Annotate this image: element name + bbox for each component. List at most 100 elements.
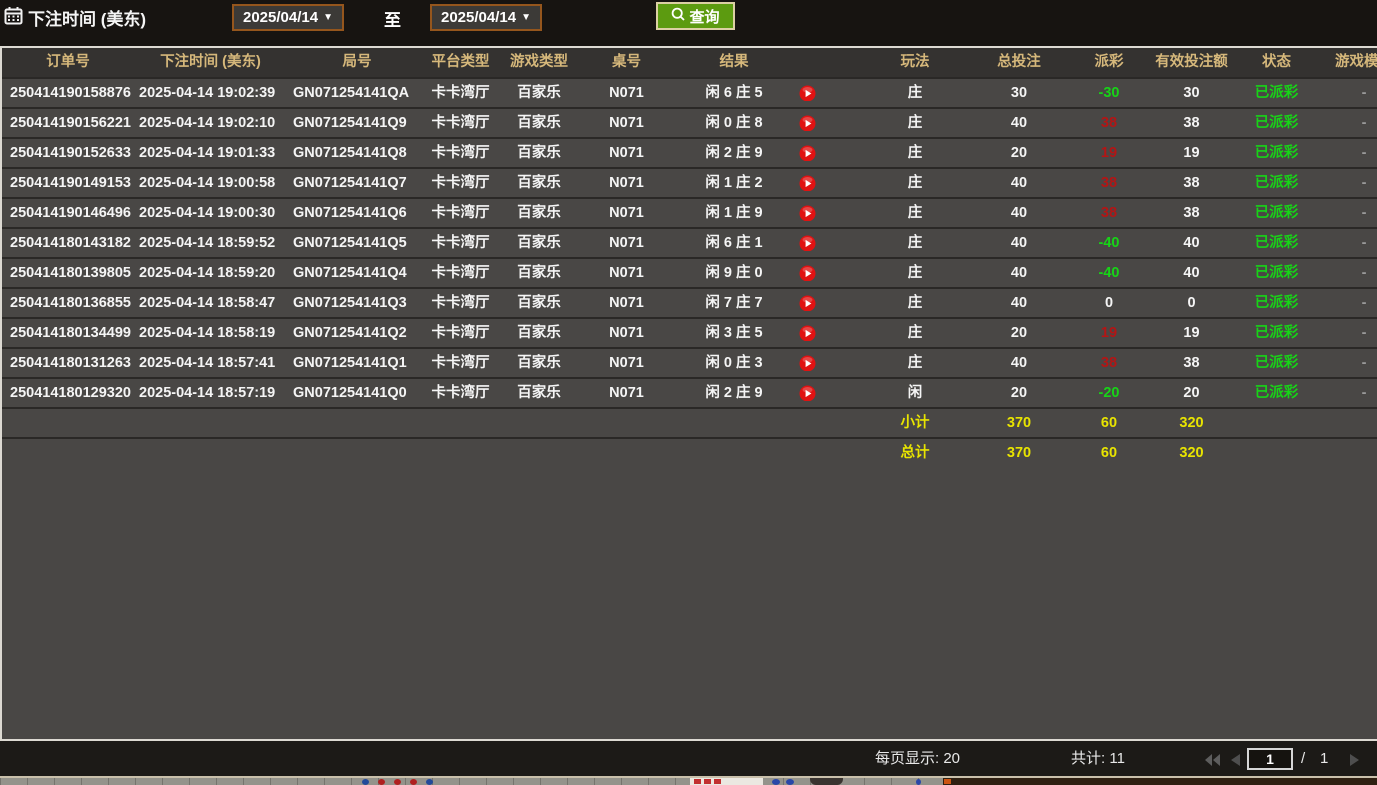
cell-payout: 19 [1069,319,1149,347]
subtotal-row: 小计 370 60 320 [2,407,1377,437]
play-icon[interactable] [799,114,816,131]
cell-table-no: N071 [584,319,669,347]
cell-game-type: 百家乐 [494,199,584,227]
cell-status: 已派彩 [1234,79,1319,107]
cell-game-type: 百家乐 [494,229,584,257]
bead-dot [426,779,433,785]
cell-order: 250414190149153 [2,169,134,197]
cell-total-bet: 20 [969,139,1069,167]
bead-dot [378,779,385,785]
bet-time-title: 下注时间 (美东) [4,5,146,30]
cell-payout: -40 [1069,229,1149,257]
cell-game-type: 百家乐 [494,79,584,107]
play-icon[interactable] [799,264,816,281]
pagination-footer: 每页显示: 20 共计: 11 / 1 [0,741,1377,776]
query-button[interactable]: 查询 [656,2,735,30]
cell-bet-time: 2025-04-14 18:57:41 [134,349,287,377]
cell-play-type: 庄 [861,259,969,287]
page-input[interactable] [1247,748,1293,770]
cell-result: 闲 1 庄 2 [669,169,799,197]
table-row: 250414190158876 2025-04-14 19:02:39 GN07… [2,77,1377,107]
cell-play-type: 庄 [861,169,969,197]
col-header-replay [799,48,861,77]
cell-total-bet: 40 [969,229,1069,257]
cell-game-mode: - [1319,109,1377,137]
per-page-label: 每页显示: 20 [875,741,960,776]
background-panel-fragment [943,778,1377,785]
play-icon[interactable] [799,354,816,371]
cell-result: 闲 9 庄 0 [669,259,799,287]
col-header-total-bet: 总投注 [969,48,1069,77]
cell-play-type: 庄 [861,229,969,257]
cell-result: 闲 0 庄 3 [669,349,799,377]
cell-platform: 卡卡湾厅 [427,349,494,377]
cell-bet-time: 2025-04-14 19:00:58 [134,169,287,197]
cell-result: 闲 1 庄 9 [669,199,799,227]
cell-order: 250414190146496 [2,199,134,227]
col-header-table-no: 桌号 [584,48,669,77]
cell-round-id: GN071254141Q8 [287,139,427,167]
cell-game-mode: - [1319,319,1377,347]
cell-bet-time: 2025-04-14 18:58:47 [134,289,287,317]
cell-valid-bet: 19 [1149,319,1234,347]
bet-time-label: 下注时间 (美东) [28,5,146,30]
cell-bet-time: 2025-04-14 19:02:39 [134,79,287,107]
play-icon[interactable] [799,204,816,221]
cell-table-no: N071 [584,259,669,287]
cell-replay [799,229,861,257]
date-from-picker[interactable]: 2025/04/14 ▼ [232,4,344,31]
col-header-status: 状态 [1234,48,1319,77]
cell-result: 闲 0 庄 8 [669,109,799,137]
table-row: 250414180139805 2025-04-14 18:59:20 GN07… [2,257,1377,287]
cell-order: 250414190156221 [2,109,134,137]
cell-replay [799,379,861,407]
total-valid-bet: 320 [1149,439,1234,467]
first-page-icon[interactable] [1205,753,1220,770]
cell-bet-time: 2025-04-14 18:59:20 [134,259,287,287]
table-row: 250414180129320 2025-04-14 18:57:19 GN07… [2,377,1377,407]
cell-bet-time: 2025-04-14 19:01:33 [134,139,287,167]
cell-game-mode: - [1319,199,1377,227]
total-total-bet: 370 [969,439,1069,467]
play-icon[interactable] [799,324,816,341]
play-icon[interactable] [799,174,816,191]
page-total: 1 [1320,741,1328,776]
cell-replay [799,319,861,347]
cell-game-mode: - [1319,139,1377,167]
cell-game-mode: - [1319,289,1377,317]
query-button-label: 查询 [689,6,719,27]
next-page-icon[interactable] [1350,753,1359,770]
cell-status: 已派彩 [1234,109,1319,137]
cell-total-bet: 40 [969,199,1069,227]
play-icon[interactable] [799,144,816,161]
cell-platform: 卡卡湾厅 [427,169,494,197]
date-to-picker[interactable]: 2025/04/14 ▼ [430,4,542,31]
prev-page-icon[interactable] [1231,753,1240,770]
play-icon[interactable] [799,84,816,101]
cell-game-mode: - [1319,79,1377,107]
cell-round-id: GN071254141Q1 [287,349,427,377]
cell-play-type: 闲 [861,379,969,407]
cell-replay [799,109,861,137]
cell-result: 闲 2 庄 9 [669,379,799,407]
cell-game-mode: - [1319,259,1377,287]
play-icon[interactable] [799,294,816,311]
cell-payout: 38 [1069,109,1149,137]
play-icon[interactable] [799,234,816,251]
cell-order: 250414190158876 [2,79,134,107]
cell-play-type: 庄 [861,109,969,137]
table-row: 250414180136855 2025-04-14 18:58:47 GN07… [2,287,1377,317]
cell-valid-bet: 38 [1149,109,1234,137]
table-row: 250414190149153 2025-04-14 19:00:58 GN07… [2,167,1377,197]
cell-game-type: 百家乐 [494,379,584,407]
cell-payout: 19 [1069,139,1149,167]
cell-replay [799,79,861,107]
cell-order: 250414180136855 [2,289,134,317]
total-row: 总计 370 60 320 [2,437,1377,467]
play-icon[interactable] [799,384,816,401]
cell-total-bet: 40 [969,109,1069,137]
cell-valid-bet: 0 [1149,289,1234,317]
cell-payout: 38 [1069,199,1149,227]
cell-game-type: 百家乐 [494,139,584,167]
bead-dot [362,779,369,785]
